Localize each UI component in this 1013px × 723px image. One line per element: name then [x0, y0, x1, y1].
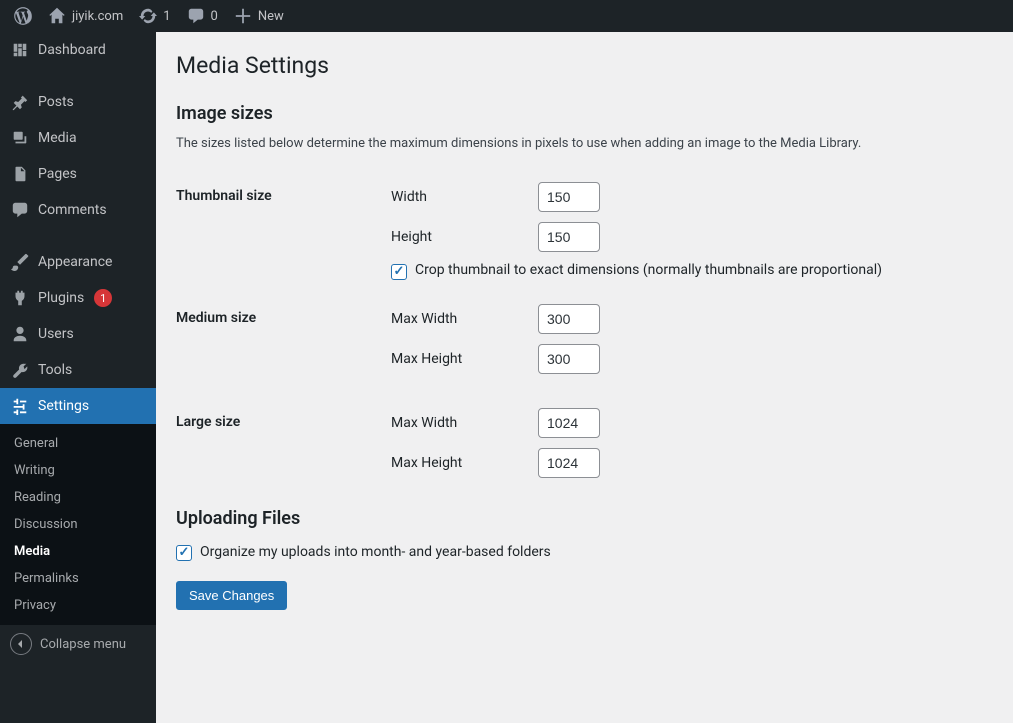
- menu-dashboard[interactable]: Dashboard: [0, 32, 156, 68]
- sliders-icon: [10, 396, 30, 416]
- user-icon: [10, 324, 30, 344]
- comments-count: 0: [211, 9, 218, 24]
- brush-icon: [10, 252, 30, 272]
- dashboard-icon: [10, 40, 30, 60]
- menu-media[interactable]: Media: [0, 120, 156, 156]
- pages-icon: [10, 164, 30, 184]
- menu-separator: [0, 68, 156, 84]
- large-maxwidth-label: Max Width: [391, 415, 538, 431]
- menu-label: Users: [38, 326, 74, 342]
- site-name-label: jiyik.com: [72, 9, 123, 24]
- organize-uploads-checkbox[interactable]: [176, 545, 192, 561]
- update-icon: [139, 7, 157, 25]
- menu-label: Settings: [38, 398, 89, 414]
- menu-label: Media: [38, 130, 77, 146]
- comments-icon: [10, 200, 30, 220]
- submenu-permalinks[interactable]: Permalinks: [0, 565, 156, 592]
- large-maxheight-label: Max Height: [391, 455, 538, 471]
- submenu-discussion[interactable]: Discussion: [0, 511, 156, 538]
- menu-label: Comments: [38, 202, 107, 218]
- thumbnail-width-input[interactable]: [538, 182, 600, 212]
- menu-label: Tools: [38, 362, 72, 378]
- thumbnail-crop-checkbox[interactable]: [391, 264, 407, 280]
- menu-separator: [0, 228, 156, 244]
- thumbnail-width-label: Width: [391, 189, 538, 205]
- updates-link[interactable]: 1: [131, 0, 178, 32]
- menu-plugins[interactable]: Plugins 1: [0, 280, 156, 316]
- collapse-label: Collapse menu: [40, 637, 126, 652]
- medium-maxwidth-label: Max Width: [391, 311, 538, 327]
- new-content-link[interactable]: New: [226, 0, 292, 32]
- plugins-update-badge: 1: [94, 289, 112, 307]
- site-name-link[interactable]: jiyik.com: [40, 0, 131, 32]
- menu-posts[interactable]: Posts: [0, 84, 156, 120]
- submenu-reading[interactable]: Reading: [0, 484, 156, 511]
- thumbnail-height-input[interactable]: [538, 222, 600, 252]
- plugin-icon: [10, 288, 30, 308]
- thumbnail-height-label: Height: [391, 229, 538, 245]
- menu-tools[interactable]: Tools: [0, 352, 156, 388]
- thumbnail-crop-label: Crop thumbnail to exact dimensions (norm…: [415, 262, 882, 278]
- home-icon: [48, 7, 66, 25]
- menu-users[interactable]: Users: [0, 316, 156, 352]
- adminbar: jiyik.com 1 0 New: [0, 0, 1013, 32]
- menu-label: Pages: [38, 166, 77, 182]
- organize-uploads-label: Organize my uploads into month- and year…: [200, 544, 551, 560]
- menu-label: Dashboard: [38, 42, 106, 58]
- large-maxheight-input[interactable]: [538, 448, 600, 478]
- menu-label: Appearance: [38, 254, 112, 270]
- new-label: New: [258, 9, 284, 24]
- wrench-icon: [10, 360, 30, 380]
- settings-submenu: General Writing Reading Discussion Media…: [0, 424, 156, 625]
- submenu-media[interactable]: Media: [0, 538, 156, 565]
- medium-maxheight-label: Max Height: [391, 351, 538, 367]
- media-icon: [10, 128, 30, 148]
- menu-appearance[interactable]: Appearance: [0, 244, 156, 280]
- medium-size-label: Medium size: [176, 292, 391, 396]
- menu-pages[interactable]: Pages: [0, 156, 156, 192]
- comments-icon: [187, 7, 205, 25]
- medium-maxheight-input[interactable]: [538, 344, 600, 374]
- submenu-general[interactable]: General: [0, 430, 156, 457]
- pin-icon: [10, 92, 30, 112]
- collapse-icon: [10, 633, 32, 655]
- uploading-files-heading: Uploading Files: [176, 508, 993, 529]
- large-maxwidth-input[interactable]: [538, 408, 600, 438]
- wp-logo[interactable]: [6, 0, 40, 32]
- large-size-label: Large size: [176, 396, 391, 500]
- wordpress-icon: [14, 7, 32, 25]
- submenu-writing[interactable]: Writing: [0, 457, 156, 484]
- image-sizes-heading: Image sizes: [176, 103, 993, 124]
- menu-label: Plugins: [38, 290, 84, 306]
- comments-link[interactable]: 0: [179, 0, 226, 32]
- image-sizes-description: The sizes listed below determine the max…: [176, 134, 993, 154]
- medium-maxwidth-input[interactable]: [538, 304, 600, 334]
- save-changes-button[interactable]: Save Changes: [176, 581, 287, 610]
- menu-settings[interactable]: Settings: [0, 388, 156, 424]
- submenu-privacy[interactable]: Privacy: [0, 592, 156, 619]
- menu-label: Posts: [38, 94, 74, 110]
- updates-count: 1: [163, 9, 170, 24]
- thumbnail-size-label: Thumbnail size: [176, 170, 391, 292]
- collapse-menu[interactable]: Collapse menu: [0, 625, 156, 663]
- main-content: Media Settings Image sizes The sizes lis…: [156, 32, 1013, 723]
- page-title: Media Settings: [176, 52, 993, 79]
- menu-comments[interactable]: Comments: [0, 192, 156, 228]
- plus-icon: [234, 7, 252, 25]
- admin-sidebar: Dashboard Posts Media Pages Comments App…: [0, 32, 156, 723]
